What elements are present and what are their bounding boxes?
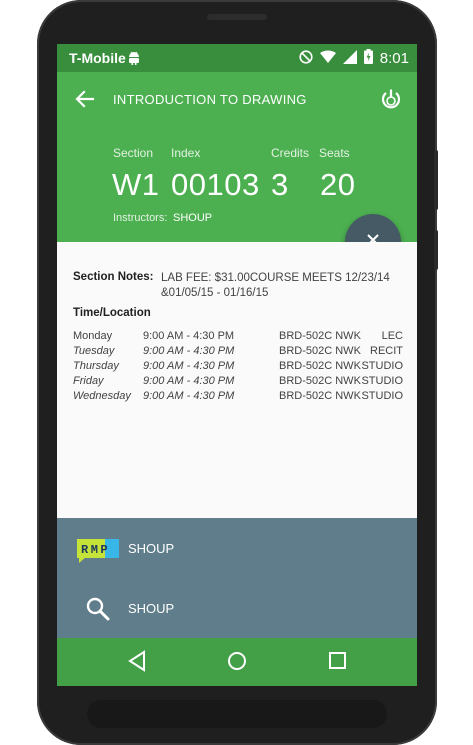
- schedule-time: 9:00 AM - 4:30 PM: [143, 330, 235, 342]
- do-not-disturb-icon: [299, 49, 313, 67]
- nav-recents-icon[interactable]: [327, 650, 349, 677]
- schedule-room: BRD-502C NWK: [279, 360, 361, 372]
- schedule-type: STUDIO: [361, 360, 403, 372]
- page-title: INTRODUCTION TO DRAWING: [113, 92, 307, 107]
- app-screen: T-Mobile 8:01 INTRODUCTION TO DRAWING Se…: [57, 44, 417, 686]
- clock: 8:01: [379, 49, 409, 67]
- rate-my-professor-item[interactable]: RMP SHOUP: [57, 518, 417, 578]
- schedule-day: Tuesday: [73, 345, 115, 357]
- rmp-logo-text: RMP: [81, 543, 110, 557]
- status-icons: 8:01: [299, 49, 409, 67]
- schedule-type: STUDIO: [361, 390, 403, 402]
- carrier-name: T-Mobile: [69, 50, 126, 66]
- nav-home-icon[interactable]: [226, 650, 248, 677]
- status-bar: T-Mobile 8:01: [57, 44, 417, 72]
- schedule-row: Tuesday 9:00 AM - 4:30 PM BRD-502C NWK R…: [73, 345, 403, 360]
- section-value: W1: [112, 167, 160, 202]
- schedule-room: BRD-502C NWK: [279, 375, 361, 387]
- index-value: 00103: [171, 167, 260, 202]
- magnifier-icon: [86, 597, 110, 626]
- schedule-day: Thursday: [73, 360, 119, 372]
- schedule-row: Thursday 9:00 AM - 4:30 PM BRD-502C NWK …: [73, 360, 403, 375]
- schedule-day: Monday: [73, 330, 113, 342]
- android-icon: [128, 51, 140, 68]
- nav-back-icon[interactable]: [127, 650, 147, 677]
- instructors-label: Instructors:: [113, 212, 168, 224]
- search-instructor-label: SHOUP: [128, 601, 175, 616]
- section-notes-label: Section Notes:: [73, 271, 154, 283]
- section-details: Section Notes: LAB FEE: $31.00COURSE MEE…: [57, 242, 417, 518]
- wifi-icon: [319, 50, 336, 67]
- schedule-type: STUDIO: [361, 375, 403, 387]
- schedule-type: LEC: [381, 330, 403, 342]
- power-icon[interactable]: [379, 87, 403, 116]
- seats-label: Seats: [319, 146, 350, 160]
- time-location-header: Time/Location: [73, 307, 151, 319]
- credits-value: 3: [271, 167, 289, 202]
- instructor-actions-sheet: RMP SHOUP SHOUP: [57, 518, 417, 638]
- speaker-grille: [207, 14, 267, 20]
- arrow-back-icon[interactable]: [75, 89, 95, 114]
- schedule-room: BRD-502C NWK: [279, 390, 361, 402]
- schedule-row: Monday 9:00 AM - 4:30 PM BRD-502C NWK LE…: [73, 330, 403, 345]
- section-label: Section: [113, 146, 154, 160]
- section-notes-text: LAB FEE: $31.00COURSE MEETS 12/23/14 &01…: [161, 272, 390, 299]
- power-button: [434, 230, 438, 270]
- index-label: Index: [171, 146, 201, 160]
- rmp-instructor-label: SHOUP: [128, 541, 175, 556]
- navigation-bar: [57, 638, 417, 686]
- volume-button: [434, 150, 438, 210]
- credits-label: Credits: [271, 146, 310, 160]
- instructors-value[interactable]: SHOUP: [173, 212, 212, 224]
- schedule-type: RECIT: [370, 345, 403, 357]
- schedule-time: 9:00 AM - 4:30 PM: [143, 345, 235, 357]
- signal-icon: [342, 49, 357, 67]
- schedule-room: BRD-502C NWK: [279, 345, 361, 357]
- battery-charging-icon: [363, 49, 373, 67]
- schedule-table: Monday 9:00 AM - 4:30 PM BRD-502C NWK LE…: [73, 330, 403, 405]
- schedule-room: BRD-502C NWK: [279, 330, 361, 342]
- schedule-day: Wednesday: [73, 390, 131, 402]
- schedule-row: Friday 9:00 AM - 4:30 PM BRD-502C NWK ST…: [73, 375, 403, 390]
- schedule-time: 9:00 AM - 4:30 PM: [143, 375, 235, 387]
- schedule-time: 9:00 AM - 4:30 PM: [143, 390, 235, 402]
- schedule-row: Wednesday 9:00 AM - 4:30 PM BRD-502C NWK…: [73, 390, 403, 405]
- schedule-time: 9:00 AM - 4:30 PM: [143, 360, 235, 372]
- seats-value: 20: [320, 167, 356, 202]
- phone-chin: [87, 700, 387, 728]
- search-instructor-item[interactable]: SHOUP: [57, 578, 417, 638]
- schedule-day: Friday: [73, 375, 104, 387]
